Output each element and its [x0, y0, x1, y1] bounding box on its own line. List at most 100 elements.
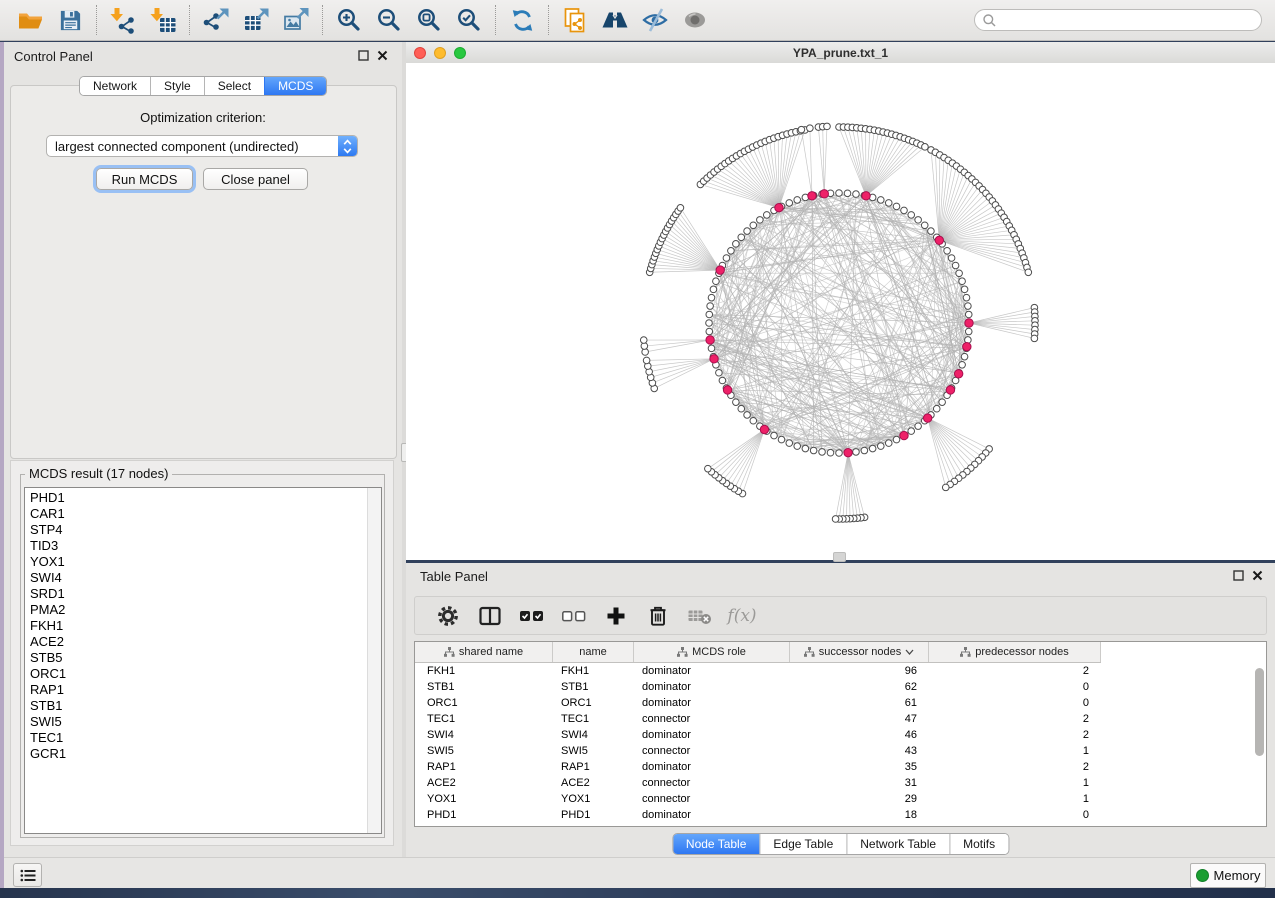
tab-edge-table[interactable]: Edge Table — [759, 834, 846, 854]
cell-successor-nodes[interactable]: 31 — [790, 775, 929, 791]
network-canvas[interactable] — [406, 63, 1275, 560]
table-row[interactable]: TEC1TEC1connector472 — [415, 711, 1266, 727]
cell-predecessor-nodes[interactable]: 1 — [929, 743, 1101, 759]
export-table-icon[interactable] — [241, 5, 271, 35]
cell-name[interactable]: YOX1 — [553, 791, 634, 807]
deselect-all-rows-icon[interactable] — [561, 603, 587, 629]
cell-successor-nodes[interactable]: 43 — [790, 743, 929, 759]
mcds-result-item[interactable]: SWI5 — [25, 714, 367, 730]
cell-name[interactable]: RAP1 — [553, 759, 634, 775]
mcds-result-item[interactable]: STB5 — [25, 650, 367, 666]
cell-mcds-role[interactable]: dominator — [634, 663, 790, 679]
open-file-icon[interactable] — [15, 5, 45, 35]
cell-name[interactable]: ACE2 — [553, 775, 634, 791]
split-table-view-icon[interactable] — [477, 603, 503, 629]
mcds-result-item[interactable]: STP4 — [25, 522, 367, 538]
cell-predecessor-nodes[interactable]: 2 — [929, 727, 1101, 743]
cell-successor-nodes[interactable]: 62 — [790, 679, 929, 695]
cell-successor-nodes[interactable]: 18 — [790, 807, 929, 823]
function-builder-icon[interactable]: f(x) — [729, 603, 755, 629]
mcds-result-item[interactable]: TID3 — [25, 538, 367, 554]
column-header-name[interactable]: name — [553, 642, 634, 662]
close-panel-icon[interactable] — [1252, 570, 1263, 581]
table-row[interactable]: STB1STB1dominator620 — [415, 679, 1266, 695]
float-panel-icon[interactable] — [1233, 570, 1244, 581]
mcds-list-scrollbar[interactable] — [367, 488, 381, 833]
criterion-dropdown[interactable]: largest connected component (undirected) — [46, 135, 358, 157]
cell-mcds-role[interactable]: connector — [634, 711, 790, 727]
cell-mcds-role[interactable]: dominator — [634, 679, 790, 695]
column-header-predecessor-nodes[interactable]: predecessor nodes — [929, 642, 1101, 662]
cell-shared-name[interactable]: TEC1 — [415, 711, 553, 727]
delete-table-icon[interactable] — [687, 603, 713, 629]
cell-successor-nodes[interactable]: 35 — [790, 759, 929, 775]
cell-name[interactable]: FKH1 — [553, 663, 634, 679]
table-scrollbar-thumb[interactable] — [1255, 668, 1264, 756]
export-network-icon[interactable] — [201, 5, 231, 35]
tab-network-table[interactable]: Network Table — [846, 834, 949, 854]
cell-predecessor-nodes[interactable]: 1 — [929, 775, 1101, 791]
cell-mcds-role[interactable]: dominator — [634, 759, 790, 775]
hide-unhide-icon[interactable] — [640, 5, 670, 35]
table-row[interactable]: FKH1FKH1dominator962 — [415, 663, 1266, 679]
cell-mcds-role[interactable]: dominator — [634, 807, 790, 823]
mcds-result-item[interactable]: ORC1 — [25, 666, 367, 682]
mcds-result-item[interactable]: RAP1 — [25, 682, 367, 698]
mcds-result-item[interactable]: ACE2 — [25, 634, 367, 650]
zoom-out-icon[interactable] — [374, 5, 404, 35]
column-header-successor-nodes[interactable]: successor nodes — [790, 642, 929, 662]
search-input[interactable] — [997, 10, 1261, 30]
cell-predecessor-nodes[interactable]: 0 — [929, 807, 1101, 823]
cell-shared-name[interactable]: STB1 — [415, 679, 553, 695]
cell-successor-nodes[interactable]: 46 — [790, 727, 929, 743]
cell-mcds-role[interactable]: dominator — [634, 695, 790, 711]
tab-node-table[interactable]: Node Table — [673, 834, 760, 854]
task-history-button[interactable] — [13, 863, 42, 887]
cell-name[interactable]: SWI4 — [553, 727, 634, 743]
cell-predecessor-nodes[interactable]: 2 — [929, 663, 1101, 679]
import-table-icon[interactable] — [148, 5, 178, 35]
mcds-result-item[interactable]: SRD1 — [25, 586, 367, 602]
column-header-shared-name[interactable]: shared name — [415, 642, 553, 662]
mcds-result-item[interactable]: PMA2 — [25, 602, 367, 618]
mcds-result-item[interactable]: PHD1 — [25, 490, 367, 506]
cell-predecessor-nodes[interactable]: 2 — [929, 711, 1101, 727]
select-all-rows-icon[interactable] — [519, 603, 545, 629]
cell-shared-name[interactable]: RAP1 — [415, 759, 553, 775]
tab-network[interactable]: Network — [80, 77, 150, 95]
save-session-icon[interactable] — [55, 5, 85, 35]
float-panel-icon[interactable] — [358, 50, 369, 61]
tab-select[interactable]: Select — [204, 77, 264, 95]
cell-mcds-role[interactable]: dominator — [634, 727, 790, 743]
import-network-icon[interactable] — [108, 5, 138, 35]
show-graphics-details-icon[interactable] — [680, 5, 710, 35]
cell-name[interactable]: TEC1 — [553, 711, 634, 727]
find-binoculars-icon[interactable] — [600, 5, 630, 35]
cell-mcds-role[interactable]: connector — [634, 775, 790, 791]
zoom-fit-icon[interactable] — [414, 5, 444, 35]
table-row[interactable]: PHD1PHD1dominator180 — [415, 807, 1266, 823]
delete-columns-trash-icon[interactable] — [645, 603, 671, 629]
cell-predecessor-nodes[interactable]: 2 — [929, 759, 1101, 775]
export-image-icon[interactable] — [281, 5, 311, 35]
cell-shared-name[interactable]: ORC1 — [415, 695, 553, 711]
tab-style[interactable]: Style — [150, 77, 204, 95]
horizontal-splitter-handle[interactable] — [833, 552, 846, 562]
cell-shared-name[interactable]: PHD1 — [415, 807, 553, 823]
table-row[interactable]: ORC1ORC1dominator610 — [415, 695, 1266, 711]
mcds-result-item[interactable]: YOX1 — [25, 554, 367, 570]
cell-shared-name[interactable]: ACE2 — [415, 775, 553, 791]
cell-mcds-role[interactable]: connector — [634, 791, 790, 807]
network-window-titlebar[interactable]: YPA_prune.txt_1 — [406, 42, 1275, 64]
table-row[interactable]: SWI4SWI4dominator462 — [415, 727, 1266, 743]
cell-successor-nodes[interactable]: 29 — [790, 791, 929, 807]
zoom-selected-icon[interactable] — [454, 5, 484, 35]
table-settings-gear-icon[interactable] — [435, 603, 461, 629]
mcds-result-item[interactable]: TEC1 — [25, 730, 367, 746]
column-header-mcds-role[interactable]: MCDS role — [634, 642, 790, 662]
cell-predecessor-nodes[interactable]: 1 — [929, 791, 1101, 807]
mcds-result-item[interactable]: CAR1 — [25, 506, 367, 522]
search-field[interactable] — [974, 9, 1262, 31]
cell-shared-name[interactable]: YOX1 — [415, 791, 553, 807]
cell-name[interactable]: SWI5 — [553, 743, 634, 759]
